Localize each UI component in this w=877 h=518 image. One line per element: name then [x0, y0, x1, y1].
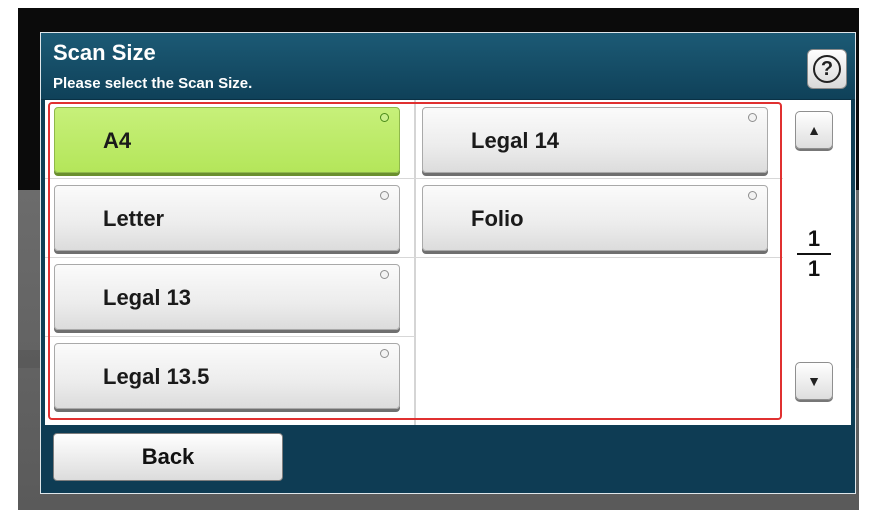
- page-total: 1: [807, 256, 821, 281]
- selection-indicator-icon: [748, 191, 757, 200]
- triangle-down-icon: ▼: [807, 373, 821, 389]
- option-label: Letter: [103, 206, 165, 231]
- triangle-up-icon: ▲: [807, 122, 821, 138]
- question-mark-icon: ?: [813, 55, 841, 83]
- scan-size-option-legal-13[interactable]: Legal 13: [54, 264, 400, 330]
- back-button[interactable]: Back: [53, 433, 283, 481]
- dialog-footer: Back: [41, 425, 855, 493]
- scroll-up-button[interactable]: ▲: [795, 111, 833, 149]
- row-divider: [45, 257, 783, 258]
- row-divider: [45, 336, 415, 337]
- scan-size-option-folio[interactable]: Folio: [422, 185, 768, 251]
- scan-size-option-legal-14[interactable]: Legal 14: [422, 107, 768, 173]
- scroll-down-button[interactable]: ▼: [795, 362, 833, 400]
- selection-indicator-icon: [380, 270, 389, 279]
- scan-size-option-a4[interactable]: A4: [54, 107, 400, 173]
- row-divider: [45, 178, 783, 179]
- dialog-header: Scan Size Please select the Scan Size. ?: [41, 33, 855, 100]
- dialog-title: Scan Size: [53, 40, 156, 65]
- option-label: Folio: [471, 206, 524, 231]
- page-separator: [797, 253, 831, 255]
- scan-size-grid: A4 Legal 14 Letter Folio Legal 13 Legal …: [45, 100, 783, 425]
- option-label: Legal 14: [471, 128, 560, 153]
- options-panel: A4 Legal 14 Letter Folio Legal 13 Legal …: [45, 100, 851, 425]
- help-button[interactable]: ?: [807, 49, 847, 89]
- selection-indicator-icon: [380, 191, 389, 200]
- page-current: 1: [807, 226, 821, 251]
- scan-size-option-legal-13-5[interactable]: Legal 13.5: [54, 343, 400, 409]
- option-label: A4: [103, 128, 132, 153]
- scan-size-option-letter[interactable]: Letter: [54, 185, 400, 251]
- selection-indicator-icon: [380, 349, 389, 358]
- scan-size-dialog: Scan Size Please select the Scan Size. ?…: [40, 32, 856, 494]
- selection-indicator-icon: [748, 113, 757, 122]
- option-label: Legal 13.5: [103, 364, 210, 389]
- selection-indicator-icon: [380, 113, 389, 122]
- column-divider: [414, 100, 416, 425]
- page-indicator: 1 1: [797, 226, 831, 282]
- option-label: Legal 13: [103, 285, 192, 310]
- pager-column: ▲ 1 1 ▼: [785, 100, 851, 425]
- dialog-subtitle: Please select the Scan Size.: [53, 75, 253, 92]
